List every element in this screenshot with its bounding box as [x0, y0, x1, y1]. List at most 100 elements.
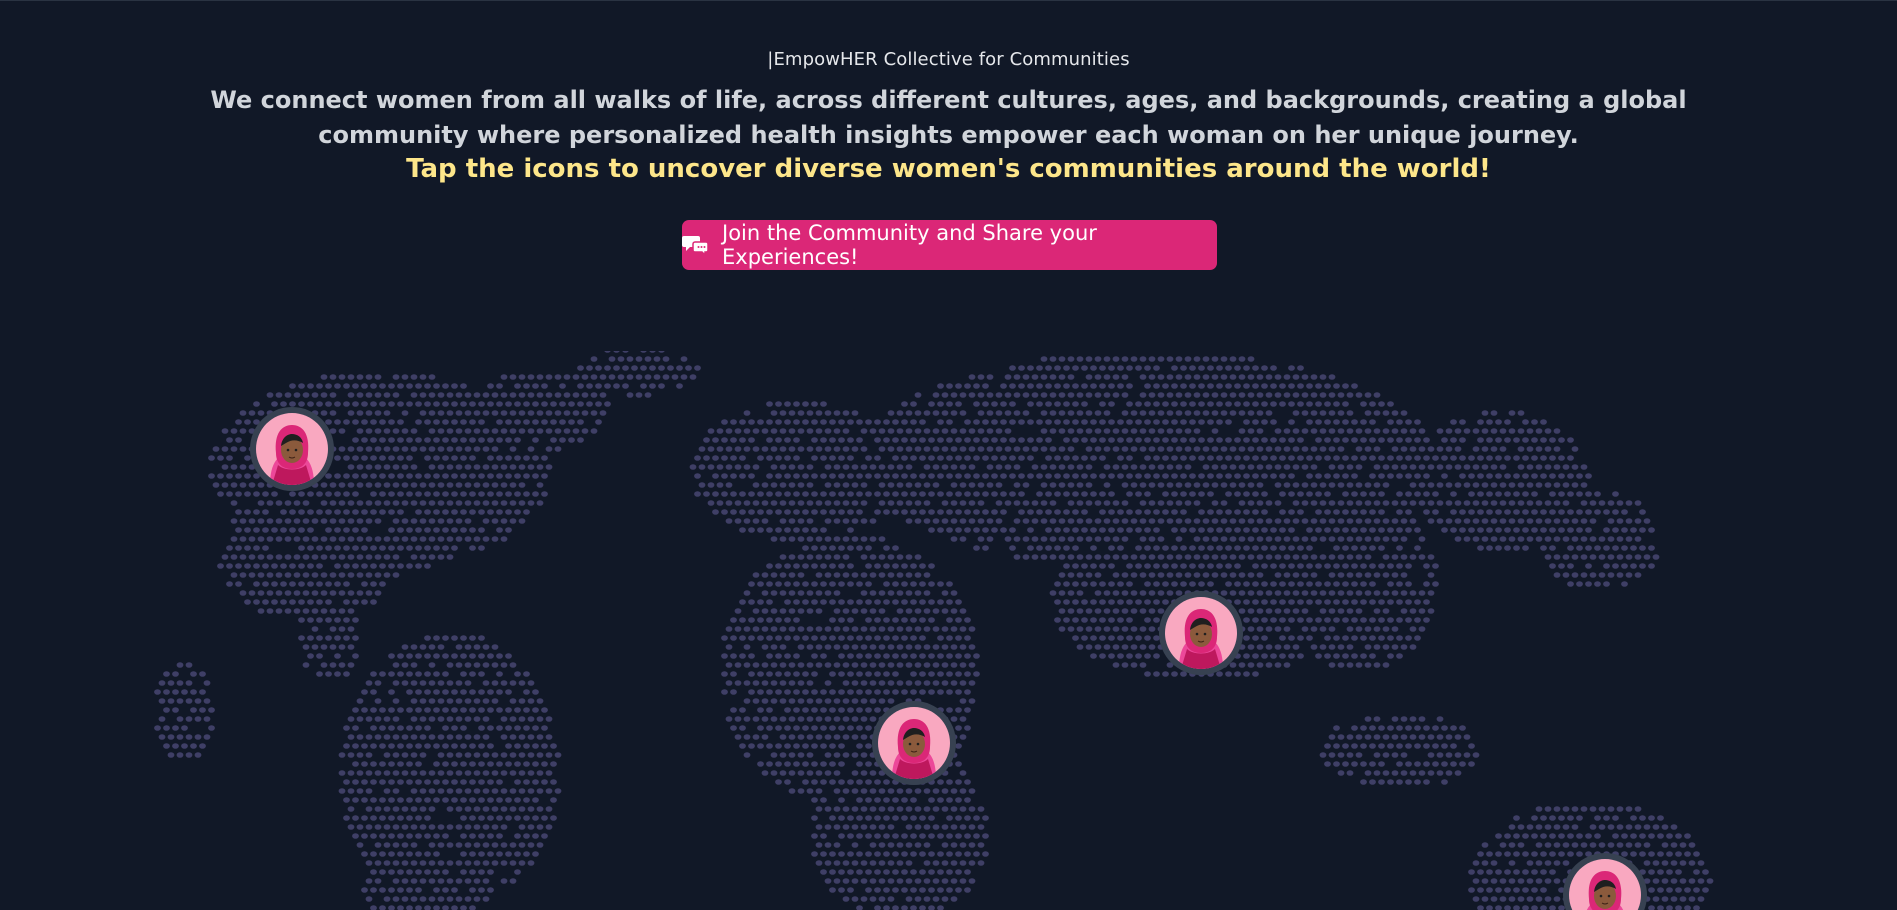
map-dot	[455, 806, 463, 812]
map-dot	[757, 761, 764, 767]
map-dot	[1549, 509, 1556, 515]
map-dot	[878, 554, 886, 560]
map-dot	[1382, 554, 1390, 560]
map-dot	[766, 761, 773, 767]
map-dot	[374, 554, 382, 560]
map-dot	[1081, 527, 1088, 533]
map-dot	[1211, 572, 1219, 578]
map-dot	[1067, 428, 1075, 434]
map-dot	[365, 428, 373, 434]
map-dot	[856, 725, 863, 731]
map-dot	[1468, 887, 1475, 893]
map-dot	[311, 644, 319, 650]
map-dot	[788, 446, 796, 452]
map-dot	[568, 437, 575, 443]
map-dot	[1018, 365, 1025, 371]
map-dot	[1189, 473, 1196, 479]
map-dot	[365, 824, 373, 830]
map-dot	[1706, 878, 1714, 884]
map-dot	[775, 617, 782, 623]
map-dot	[752, 716, 760, 722]
map-dot	[946, 527, 953, 533]
map-dot	[595, 383, 602, 389]
map-dot	[482, 500, 490, 506]
map-dot	[1319, 554, 1327, 560]
map-dot	[851, 626, 859, 632]
map-dot	[658, 351, 665, 353]
map-dot	[820, 833, 827, 839]
map-dot	[1549, 491, 1556, 497]
map-dot	[437, 860, 445, 866]
map-dot	[874, 419, 881, 425]
map-dot	[1697, 878, 1705, 884]
map-dot	[1580, 500, 1588, 506]
map-dot	[383, 842, 391, 848]
map-dot	[406, 545, 413, 551]
map-dot	[235, 509, 242, 515]
map-dot	[1234, 491, 1241, 497]
map-dot	[505, 401, 512, 407]
map-dot	[761, 500, 769, 506]
map-dot	[973, 653, 980, 659]
map-dot	[824, 410, 832, 416]
map-dot	[1288, 437, 1295, 443]
map-dot	[433, 869, 440, 875]
community-marker-north-america[interactable]	[250, 407, 334, 491]
map-dot	[325, 491, 332, 497]
map-dot	[1616, 806, 1624, 812]
map-dot	[1481, 896, 1489, 902]
map-dot	[1081, 635, 1088, 641]
map-dot	[235, 437, 242, 443]
map-dot	[478, 887, 485, 893]
map-dot	[1229, 662, 1237, 668]
map-dot	[370, 563, 377, 569]
map-dot	[725, 644, 733, 650]
join-community-button[interactable]: Join the Community and Share your Experi…	[682, 220, 1217, 270]
map-dot	[784, 527, 791, 533]
map-dot	[401, 806, 409, 812]
map-dot	[293, 572, 301, 578]
map-dot	[1247, 428, 1255, 434]
map-dot	[824, 644, 832, 650]
map-dot	[910, 401, 917, 407]
map-dot	[1346, 770, 1354, 776]
map-dot	[424, 455, 431, 461]
map-dot	[865, 725, 872, 731]
map-dot	[1387, 635, 1394, 641]
map-dot	[320, 500, 328, 506]
map-dot	[1198, 365, 1205, 371]
map-dot	[257, 608, 265, 614]
map-dot	[487, 833, 494, 839]
map-dot	[1702, 869, 1709, 875]
community-marker-africa[interactable]	[872, 701, 956, 785]
map-dot	[415, 527, 422, 533]
map-dot	[451, 401, 458, 407]
map-dot	[1607, 806, 1615, 812]
map-dot	[1283, 374, 1291, 380]
map-dot	[1571, 572, 1579, 578]
map-dot	[757, 635, 764, 641]
map-dot	[1486, 491, 1493, 497]
map-dot	[1441, 779, 1448, 785]
map-dot	[1634, 554, 1642, 560]
map-dot	[838, 509, 845, 515]
map-dot	[851, 806, 859, 812]
map-dot	[1621, 545, 1628, 551]
map-dot	[1247, 464, 1255, 470]
map-dot	[928, 653, 935, 659]
map-dot	[433, 473, 440, 479]
map-dot	[482, 644, 490, 650]
map-dot	[1081, 383, 1088, 389]
map-dot	[1121, 518, 1129, 524]
map-dot	[397, 851, 404, 857]
map-dot	[869, 842, 877, 848]
community-marker-south-asia[interactable]	[1159, 591, 1243, 675]
map-dot	[865, 653, 872, 659]
map-dot	[1076, 482, 1084, 488]
map-dot	[388, 887, 395, 893]
map-dot	[397, 707, 404, 713]
map-dot	[1553, 446, 1561, 452]
map-dot	[986, 536, 994, 542]
map-dot	[302, 590, 310, 596]
map-dot	[451, 905, 458, 910]
